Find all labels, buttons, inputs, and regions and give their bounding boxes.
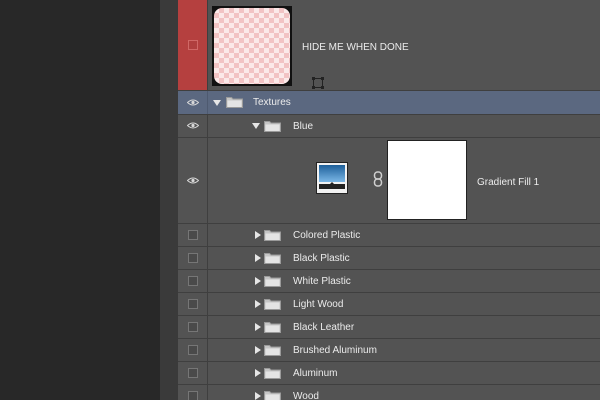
visibility-toggle[interactable] <box>178 339 208 361</box>
visibility-toggle[interactable] <box>178 247 208 269</box>
folder-icon <box>264 299 281 310</box>
collapse-arrow-icon[interactable] <box>252 123 260 129</box>
link-icon[interactable] <box>373 171 383 187</box>
visibility-toggle[interactable] <box>178 362 208 384</box>
visibility-toggle[interactable] <box>178 385 208 400</box>
layer-group-row[interactable]: White Plastic <box>178 270 600 293</box>
layer-row-gradient-fill[interactable]: Gradient Fill 1 <box>178 138 600 224</box>
visibility-off-box[interactable] <box>188 322 198 332</box>
layer-name[interactable]: Gradient Fill 1 <box>477 177 539 188</box>
expand-arrow-icon[interactable] <box>255 323 261 331</box>
expand-arrow-icon[interactable] <box>255 392 261 400</box>
layer-group-row[interactable]: Aluminum <box>178 362 600 385</box>
visibility-off-box[interactable] <box>188 230 198 240</box>
group-name[interactable]: Blue <box>293 121 313 132</box>
group-name[interactable]: Brushed Aluminum <box>293 345 377 356</box>
visibility-off-box[interactable] <box>188 253 198 263</box>
layer-name[interactable]: HIDE ME WHEN DONE <box>302 42 409 53</box>
visibility-toggle[interactable] <box>178 115 208 137</box>
folder-icon <box>264 230 281 241</box>
expand-arrow-icon[interactable] <box>255 346 261 354</box>
panel-gutter <box>160 0 178 400</box>
layer-group-row[interactable]: Brushed Aluminum <box>178 339 600 362</box>
layer-group-row[interactable]: Black Leather <box>178 316 600 339</box>
visibility-toggle[interactable] <box>178 293 208 315</box>
visibility-off-box[interactable] <box>188 345 198 355</box>
layer-thumbnail[interactable] <box>212 6 324 89</box>
folder-icon <box>264 391 281 400</box>
eye-icon[interactable] <box>187 177 199 184</box>
folder-icon <box>264 345 281 356</box>
layer-group-row[interactable]: Wood <box>178 385 600 400</box>
layer-mask-thumbnail[interactable] <box>387 140 467 220</box>
eye-icon[interactable] <box>187 122 199 129</box>
visibility-toggle[interactable] <box>178 224 208 246</box>
layer-group-row[interactable]: Colored Plastic <box>178 224 600 247</box>
folder-icon <box>264 368 281 379</box>
expand-arrow-icon[interactable] <box>255 277 261 285</box>
collapse-arrow-icon[interactable] <box>213 100 221 106</box>
group-name[interactable]: Light Wood <box>293 299 343 310</box>
group-name[interactable]: Aluminum <box>293 368 337 379</box>
layer-group-row[interactable]: Light Wood <box>178 293 600 316</box>
group-name[interactable]: Black Leather <box>293 322 354 333</box>
group-name[interactable]: White Plastic <box>293 276 351 287</box>
visibility-toggle[interactable] <box>178 270 208 292</box>
folder-icon <box>264 322 281 333</box>
group-name[interactable]: Textures <box>253 97 291 108</box>
folder-icon <box>264 276 281 287</box>
layer-mask-icon <box>312 77 324 89</box>
visibility-off-box[interactable] <box>188 368 198 378</box>
visibility-toggle[interactable] <box>178 316 208 338</box>
expand-arrow-icon[interactable] <box>255 231 261 239</box>
expand-arrow-icon[interactable] <box>255 254 261 262</box>
expand-arrow-icon[interactable] <box>255 369 261 377</box>
group-name[interactable]: Wood <box>293 391 319 400</box>
transparency-checkerboard <box>214 8 290 84</box>
visibility-off-box[interactable] <box>188 391 198 400</box>
layer-group-textures[interactable]: Textures <box>178 91 600 115</box>
folder-icon <box>226 97 243 108</box>
layer-row-hide-me[interactable]: HIDE ME WHEN DONE <box>178 0 600 91</box>
visibility-off-box[interactable] <box>188 299 198 309</box>
visibility-off-box[interactable] <box>188 276 198 286</box>
visibility-toggle[interactable] <box>178 138 208 223</box>
canvas-area <box>0 0 160 400</box>
visibility-toggle[interactable] <box>178 91 208 114</box>
gradient-fill-icon[interactable] <box>316 162 348 194</box>
expand-arrow-icon[interactable] <box>255 300 261 308</box>
layer-group-row[interactable]: Black Plastic <box>178 247 600 270</box>
group-name[interactable]: Black Plastic <box>293 253 350 264</box>
folder-icon <box>264 121 281 132</box>
layers-panel: HIDE ME WHEN DONE Textures Blue Gradient… <box>178 0 600 400</box>
folder-icon <box>264 253 281 264</box>
group-name[interactable]: Colored Plastic <box>293 230 360 241</box>
visibility-off-box[interactable] <box>188 40 198 50</box>
layer-group-blue[interactable]: Blue <box>178 115 600 138</box>
eye-icon[interactable] <box>187 99 199 106</box>
visibility-toggle[interactable] <box>178 0 208 90</box>
